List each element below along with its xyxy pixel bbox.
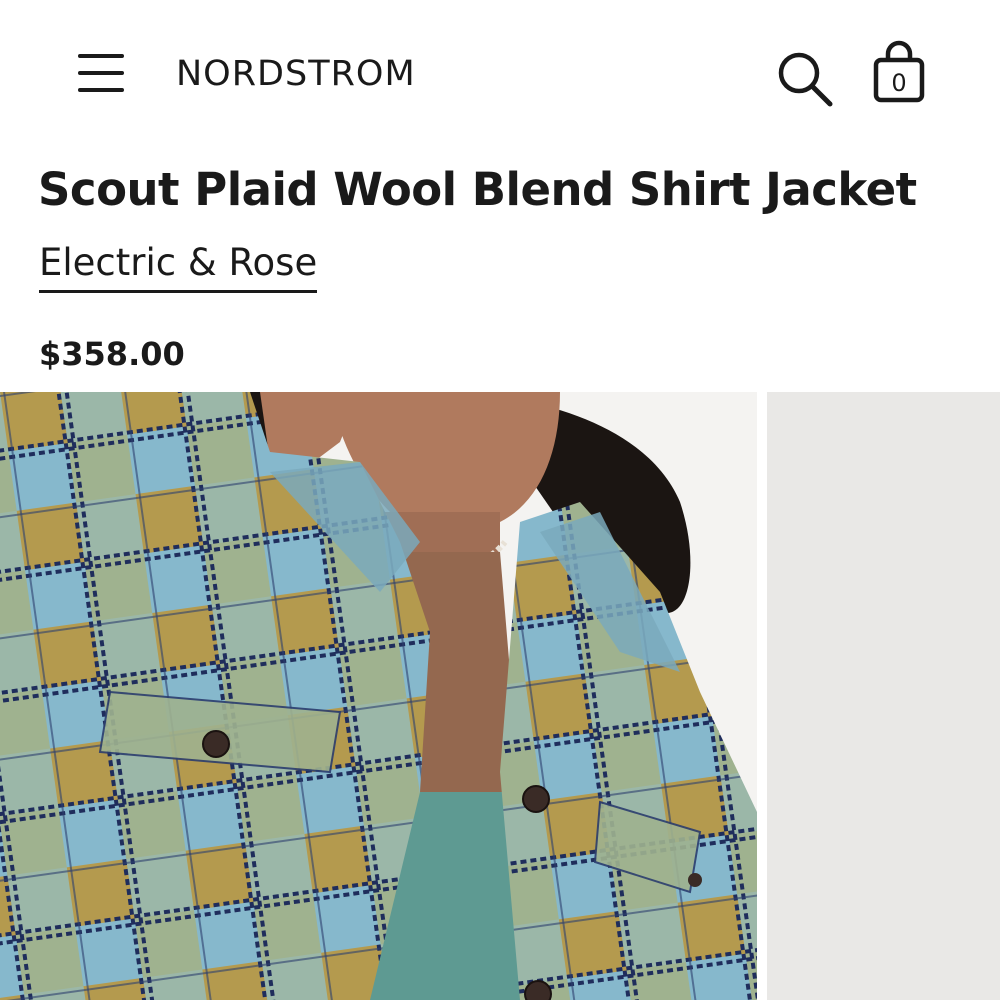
product-image-next[interactable] — [767, 392, 1000, 1000]
product-photo — [0, 392, 757, 1000]
product-title: Scout Plaid Wool Blend Shirt Jacket — [38, 163, 917, 216]
nordstrom-logo[interactable]: NORDSTROM — [176, 52, 416, 96]
search-button[interactable] — [774, 48, 836, 110]
brand-link[interactable]: Electric & Rose — [39, 240, 318, 293]
hamburger-menu-icon-bar — [78, 88, 124, 92]
product-image-gallery[interactable] — [0, 392, 1000, 1000]
product-price: $358.00 — [39, 335, 185, 373]
search-icon — [778, 52, 833, 107]
shopping-bag-button[interactable]: 0 — [868, 38, 930, 110]
menu-button[interactable] — [72, 48, 130, 100]
hamburger-menu-icon-bar — [78, 71, 124, 75]
bag-item-count: 0 — [891, 69, 907, 97]
product-image-main[interactable] — [0, 392, 757, 1000]
site-header: NORDSTROM 0 — [0, 0, 1000, 150]
hamburger-menu-icon — [78, 54, 124, 58]
